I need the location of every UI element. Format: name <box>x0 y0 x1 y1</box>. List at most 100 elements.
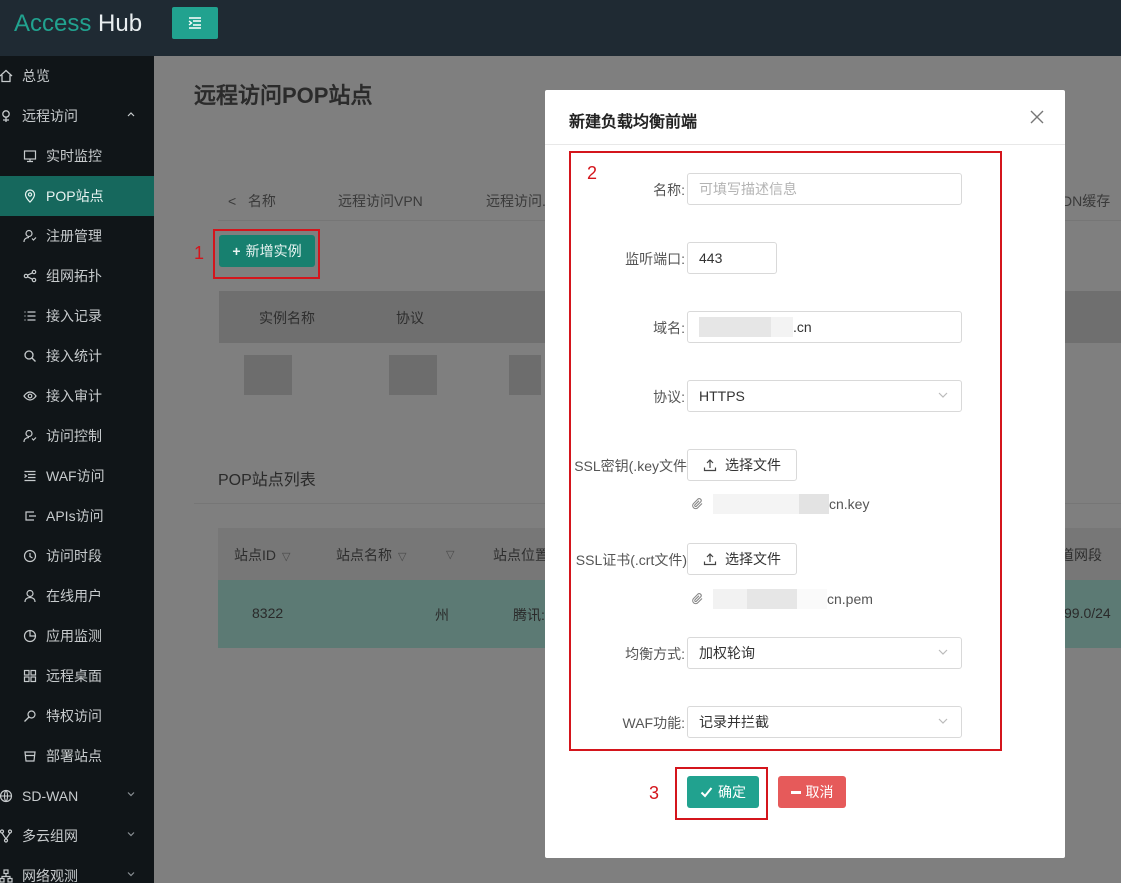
menu-toggle-button[interactable] <box>172 7 218 39</box>
sidebar-item-overview[interactable]: 总览 <box>0 56 154 96</box>
upload-icon <box>703 553 717 566</box>
confirm-button[interactable]: 确定 <box>687 776 759 808</box>
waf-select[interactable]: 记录并拦截 <box>687 706 962 738</box>
logo-hub: Hub <box>98 10 143 37</box>
clock-icon <box>20 549 40 563</box>
col-site-name[interactable]: 站点名称 ▽ <box>336 545 406 565</box>
tab-remote-vpn[interactable]: 远程访问VPN <box>338 191 423 211</box>
ssl-key-label: SSL密钥(.key文件 <box>574 458 687 474</box>
col-site-location: 站点位置 <box>493 547 549 563</box>
balance-select[interactable]: 加权轮询 <box>687 637 962 669</box>
protocol-label: 协议: <box>653 389 685 405</box>
ssl-crt-upload-button[interactable]: 选择文件 <box>687 543 797 575</box>
sidebar-item-net-observe[interactable]: 网络观测 <box>0 856 154 883</box>
cell-city: 州 <box>435 607 449 623</box>
sidebar-item-privileged[interactable]: 特权访问 <box>0 696 154 736</box>
filter-icon[interactable]: ▽ <box>398 550 406 563</box>
user-icon <box>20 589 40 603</box>
api-icon <box>20 509 40 523</box>
paperclip-icon <box>692 498 703 510</box>
sidebar-item-topology[interactable]: 组网拓扑 <box>0 256 154 296</box>
sidebar-item-audit[interactable]: 接入审计 <box>0 376 154 416</box>
sidebar-item-label: 总览 <box>22 68 50 84</box>
sidebar-item-time[interactable]: 访问时段 <box>0 536 154 576</box>
col-filter[interactable]: ▽ <box>440 545 454 561</box>
monitor-icon <box>20 149 40 163</box>
sidebar-item-access-log[interactable]: 接入记录 <box>0 296 154 336</box>
tab-name[interactable]: < 名称 <box>228 191 276 211</box>
logo-access: Access <box>14 10 92 37</box>
chevron-down-icon <box>127 872 135 877</box>
sidebar-item-monitor[interactable]: 实时监控 <box>0 136 154 176</box>
network-icon <box>0 869 16 883</box>
domain-label: 域名: <box>653 320 685 336</box>
confirm-label: 确定 <box>718 784 746 800</box>
sidebar: 总览 远程访问 实时监控 POP站点 注册管理 组网拓扑 接入记录 接入统计 接… <box>0 56 154 883</box>
remote-icon <box>0 109 16 123</box>
sidebar-item-online-users[interactable]: 在线用户 <box>0 576 154 616</box>
paperclip-icon <box>692 593 703 605</box>
col-tunnel-cidr: 道网段 <box>1060 547 1102 563</box>
cancel-button[interactable]: 取消 <box>778 776 846 808</box>
masked-text <box>747 589 797 609</box>
sidebar-item-sdwan[interactable]: SD-WAN <box>0 776 154 816</box>
sidebar-item-access-stats[interactable]: 接入统计 <box>0 336 154 376</box>
sidebar-item-app-monitor[interactable]: 应用监测 <box>0 616 154 656</box>
waf-icon <box>20 469 40 483</box>
masked-text <box>713 589 747 609</box>
ssl-crt-file[interactable]: cn.pem <box>691 588 873 610</box>
tab-cdn-cache[interactable]: DN缓存 <box>1062 191 1110 211</box>
grid-icon <box>20 669 40 683</box>
sidebar-item-label: 接入记录 <box>46 308 102 324</box>
annotation-number-3: 3 <box>649 783 660 803</box>
col-site-name-label: 站点名称 <box>336 547 392 563</box>
annotation-box-1 <box>213 229 320 279</box>
sidebar-item-remote-access[interactable]: 远程访问 <box>0 96 154 136</box>
col-instance-name: 实例名称 <box>259 310 315 326</box>
sidebar-item-label: 网络观测 <box>22 868 78 883</box>
dialog-title: 新建负载均衡前端 <box>569 114 698 131</box>
pop-list-title: POP站点列表 <box>218 472 316 489</box>
col-site-id[interactable]: 站点ID ▽ <box>234 545 290 565</box>
sidebar-item-register[interactable]: 注册管理 <box>0 216 154 256</box>
app-logo[interactable]: Access Hub <box>14 10 142 38</box>
menu-fold-icon <box>188 17 201 29</box>
close-icon[interactable] <box>1029 109 1045 125</box>
tab-name-label: 名称 <box>247 193 276 209</box>
filter-icon[interactable]: ▽ <box>446 548 454 561</box>
home-icon <box>0 69 16 83</box>
ssl-key-upload-button[interactable]: 选择文件 <box>687 449 797 481</box>
domain-input[interactable]: .cn <box>687 311 962 343</box>
sidebar-item-pop-site[interactable]: POP站点 <box>0 176 154 216</box>
sidebar-item-label: 部署站点 <box>46 748 102 764</box>
pie-icon <box>20 629 40 643</box>
masked-text <box>797 589 827 609</box>
blurred-cell <box>509 355 541 395</box>
sidebar-item-label: 组网拓扑 <box>46 268 102 284</box>
user-control-icon <box>20 429 40 443</box>
tab-remote-access[interactable]: 远程访问. <box>486 191 546 211</box>
sidebar-item-waf[interactable]: WAF访问 <box>0 456 154 496</box>
location-icon <box>20 189 40 203</box>
annotation-number-1: 1 <box>194 243 205 263</box>
choose-file-label: 选择文件 <box>725 551 781 567</box>
sidebar-item-access-control[interactable]: 访问控制 <box>0 416 154 456</box>
filter-icon[interactable]: ▽ <box>282 550 290 563</box>
domain-suffix: .cn <box>793 319 812 335</box>
protocol-select[interactable]: HTTPS <box>687 380 962 412</box>
branch-icon <box>0 829 16 843</box>
name-input[interactable]: 可填写描述信息 <box>687 173 962 205</box>
sidebar-item-remote-desktop[interactable]: 远程桌面 <box>0 656 154 696</box>
blurred-cell <box>389 355 437 395</box>
check-icon <box>700 787 713 798</box>
cell-site-id: 8322 <box>252 605 284 621</box>
sidebar-item-label: 远程访问 <box>22 108 78 124</box>
protocol-value: HTTPS <box>699 388 745 404</box>
ssl-key-file[interactable]: cn.key <box>691 493 869 515</box>
sidebar-item-deploy[interactable]: 部署站点 <box>0 736 154 776</box>
sidebar-item-label: 远程桌面 <box>46 668 102 684</box>
sidebar-item-apis[interactable]: APIs访问 <box>0 496 154 536</box>
upload-icon <box>703 459 717 472</box>
port-input[interactable]: 443 <box>687 242 777 274</box>
sidebar-item-multicloud[interactable]: 多云组网 <box>0 816 154 856</box>
